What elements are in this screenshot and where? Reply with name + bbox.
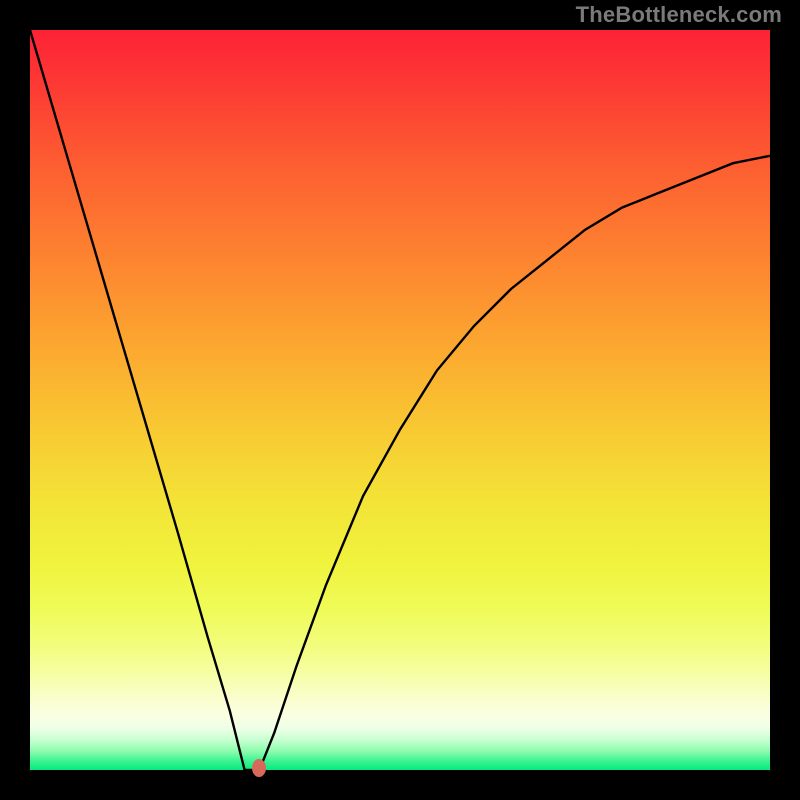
plot-area [30,30,770,770]
notch-marker-dot [252,759,266,777]
bottleneck-curve [30,30,770,770]
watermark-text: TheBottleneck.com [576,2,782,28]
chart-frame: TheBottleneck.com [0,0,800,800]
